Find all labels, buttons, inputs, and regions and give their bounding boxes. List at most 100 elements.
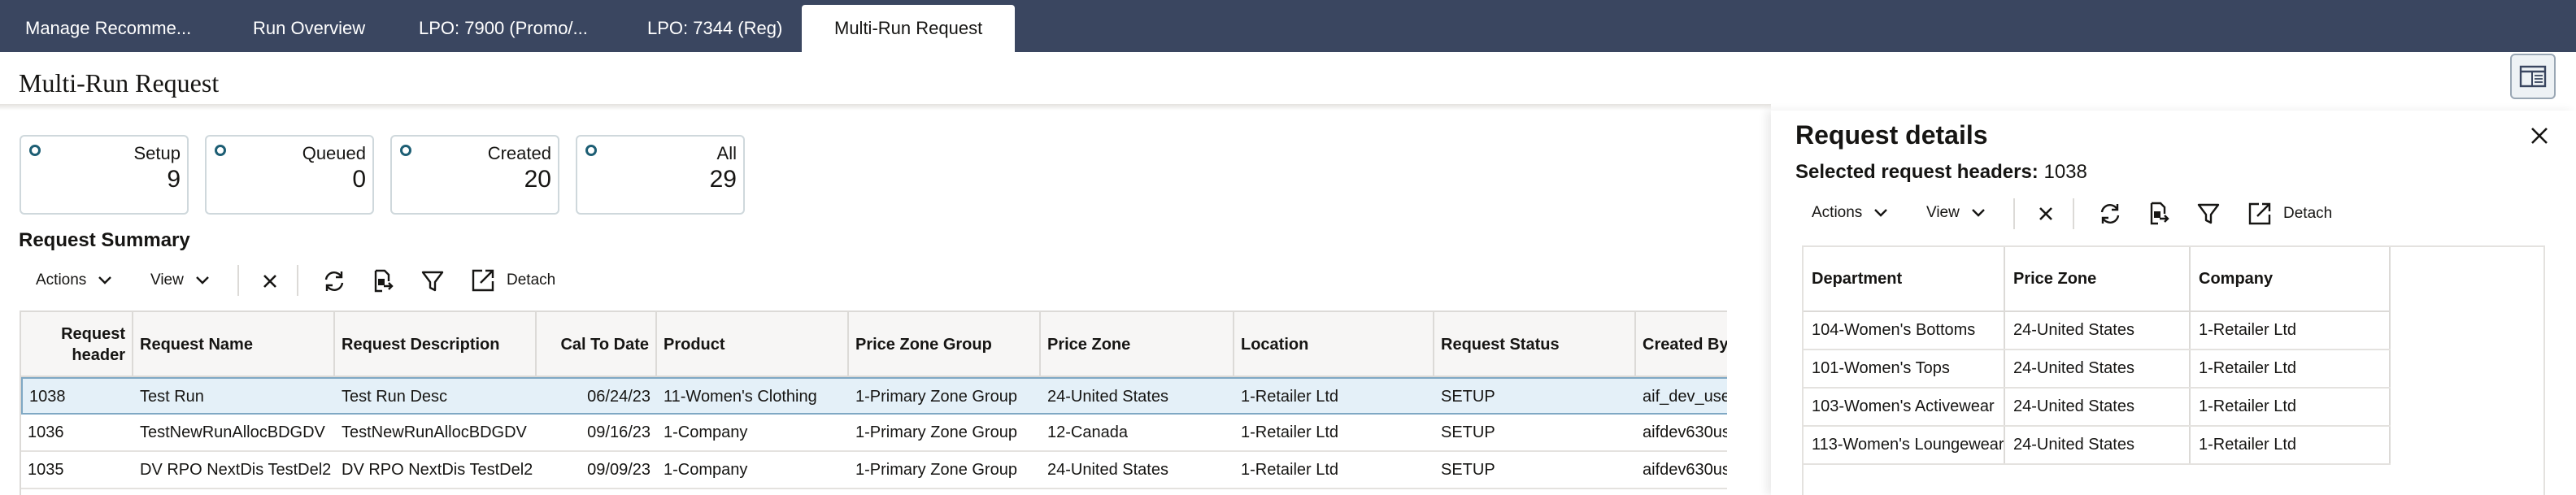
column-header-created-by[interactable]: Created By <box>1636 312 1727 377</box>
filter-icon[interactable] <box>419 267 446 295</box>
status-tile-queued[interactable]: Queued 0 <box>205 135 374 215</box>
cell-price-zone-group: 1-Primary Zone Group <box>855 423 1017 441</box>
cell-price-zone: 24-United States <box>2005 312 2191 349</box>
column-header-price-zone[interactable]: Price Zone <box>2005 247 2191 310</box>
details-detach-button[interactable]: Detach <box>2247 202 2332 226</box>
column-header-company[interactable]: Company <box>2191 247 2391 310</box>
actions-label: Actions <box>36 271 87 289</box>
detach-label: Detach <box>2283 205 2333 222</box>
request-summary-table: Request header Request Name Request Desc… <box>20 310 1727 495</box>
clear-selection-icon[interactable] <box>2032 200 2060 228</box>
cell-request-name: Test Run <box>140 388 204 406</box>
panel-icon <box>2519 65 2547 88</box>
chevron-down-icon <box>1971 209 1985 217</box>
status-tile-all[interactable]: All 29 <box>576 135 745 215</box>
cell-request-description: TestNewRunAllocBDGDV <box>342 423 527 441</box>
column-header-department[interactable]: Department <box>1804 247 2005 310</box>
column-header-cal-to-date[interactable]: Cal To Date <box>537 312 657 377</box>
table-header: Request header Request Name Request Desc… <box>21 310 1727 377</box>
toolbar-divider <box>297 265 298 296</box>
chevron-down-icon <box>1874 209 1888 217</box>
refresh-icon[interactable] <box>2096 200 2124 228</box>
column-header-request-status[interactable]: Request Status <box>1434 312 1636 377</box>
tab-lpo-7344[interactable]: LPO: 7344 (Reg) <box>647 5 782 52</box>
radio-icon <box>215 145 226 156</box>
cell-request-status: SETUP <box>1441 388 1495 406</box>
toolbar-divider <box>2073 198 2074 229</box>
tab-lpo-7900[interactable]: LPO: 7900 (Promo/... <box>419 5 588 52</box>
column-header-request-header[interactable]: Request header <box>21 312 133 377</box>
tab-multi-run-request[interactable]: Multi-Run Request <box>802 5 1016 52</box>
close-icon[interactable] <box>2527 124 2552 148</box>
details-view-menu[interactable]: View <box>1926 204 1986 222</box>
cell-request-header: 1036 <box>28 423 64 441</box>
table-row[interactable]: 1036 TestNewRunAllocBDGDV TestNewRunAllo… <box>21 415 1727 452</box>
radio-icon <box>29 145 41 156</box>
cell-product: 11-Women's Clothing <box>664 388 817 406</box>
tab-run-overview[interactable]: Run Overview <box>253 5 365 52</box>
status-tile-setup[interactable]: Setup 9 <box>20 135 189 215</box>
table-row[interactable]: 103-Women's Activewear 24-United States … <box>1804 389 2391 427</box>
chevron-down-icon <box>98 276 112 284</box>
cell-location: 1-Retailer Ltd <box>1241 461 1339 479</box>
cell-request-description: DV RPO NextDis TestDel2 <box>342 461 533 479</box>
details-actions-menu[interactable]: Actions <box>1812 204 1888 222</box>
tile-label: Setup <box>133 143 181 163</box>
column-header-price-zone-group[interactable]: Price Zone Group <box>849 312 1041 377</box>
cell-created-by: aifdev630user <box>1643 461 1727 479</box>
cell-price-zone-group: 1-Primary Zone Group <box>855 388 1017 406</box>
tile-count: 20 <box>524 166 551 193</box>
table-row-selected[interactable]: 1038 Test Run Test Run Desc 06/24/23 11-… <box>21 377 1727 415</box>
table-row[interactable]: 1035 DV RPO NextDis TestDel2 DV RPO Next… <box>21 452 1727 489</box>
cell-price-zone: 24-United States <box>2005 350 2191 387</box>
details-panel-toggle[interactable] <box>2510 54 2556 99</box>
export-icon[interactable] <box>368 267 396 295</box>
cell-location: 1-Retailer Ltd <box>1241 423 1339 441</box>
view-menu[interactable]: View <box>150 271 210 289</box>
tile-label: Queued <box>302 143 366 163</box>
cell-price-zone: 24-United States <box>2005 427 2191 463</box>
cell-company: 1-Retailer Ltd <box>2191 312 2391 349</box>
cell-request-description: Test Run Desc <box>342 388 448 406</box>
column-header-request-description[interactable]: Request Description <box>335 312 537 377</box>
selected-headers-value: 1038 <box>2043 161 2087 183</box>
table-header: Department Price Zone Company <box>1804 247 2391 312</box>
cell-price-zone: 24-United States <box>1047 388 1168 406</box>
tile-label: All <box>716 143 737 163</box>
selected-headers-label: Selected request headers: <box>1795 161 2039 183</box>
request-details-table: Department Price Zone Company 104-Women'… <box>1802 245 2545 495</box>
cell-request-status: SETUP <box>1441 423 1495 441</box>
cell-request-header: 1035 <box>28 461 64 479</box>
toolbar-divider <box>2013 198 2015 229</box>
panel-title: Request details <box>1795 120 1988 150</box>
actions-menu[interactable]: Actions <box>36 271 112 289</box>
cell-price-zone: 12-Canada <box>1047 423 1128 441</box>
column-header-location[interactable]: Location <box>1234 312 1434 377</box>
clear-selection-icon[interactable] <box>256 267 284 295</box>
export-icon[interactable] <box>2144 200 2172 228</box>
cell-department: 103-Women's Activewear <box>1804 389 2005 425</box>
tab-manage-recommendations[interactable]: Manage Recomme... <box>25 5 191 52</box>
chevron-down-icon <box>195 276 209 284</box>
tile-count: 0 <box>352 166 366 193</box>
status-tile-created[interactable]: Created 20 <box>390 135 559 215</box>
cell-cal-to-date: 09/16/23 <box>587 423 651 441</box>
cell-product: 1-Company <box>664 461 748 479</box>
column-header-price-zone[interactable]: Price Zone <box>1041 312 1234 377</box>
table-row[interactable]: 113-Women's Loungewear 24-United States … <box>1804 427 2391 465</box>
filter-icon[interactable] <box>2195 200 2222 228</box>
cell-created-by: aifdev630user <box>1643 423 1727 441</box>
column-header-product[interactable]: Product <box>657 312 849 377</box>
detach-icon <box>472 269 494 292</box>
table-row[interactable]: 101-Women's Tops 24-United States 1-Reta… <box>1804 350 2391 389</box>
detach-button[interactable]: Detach <box>471 268 555 293</box>
tile-count: 9 <box>167 166 181 193</box>
page-title: Multi-Run Request <box>19 68 220 98</box>
tab-bar: Manage Recomme... Run Overview LPO: 7900… <box>0 0 2576 52</box>
view-label: View <box>1926 204 1960 221</box>
cell-request-status: SETUP <box>1441 461 1495 479</box>
cell-request-header: 1038 <box>29 388 66 406</box>
column-header-request-name[interactable]: Request Name <box>133 312 335 377</box>
refresh-icon[interactable] <box>320 267 348 295</box>
table-row[interactable]: 104-Women's Bottoms 24-United States 1-R… <box>1804 312 2391 350</box>
